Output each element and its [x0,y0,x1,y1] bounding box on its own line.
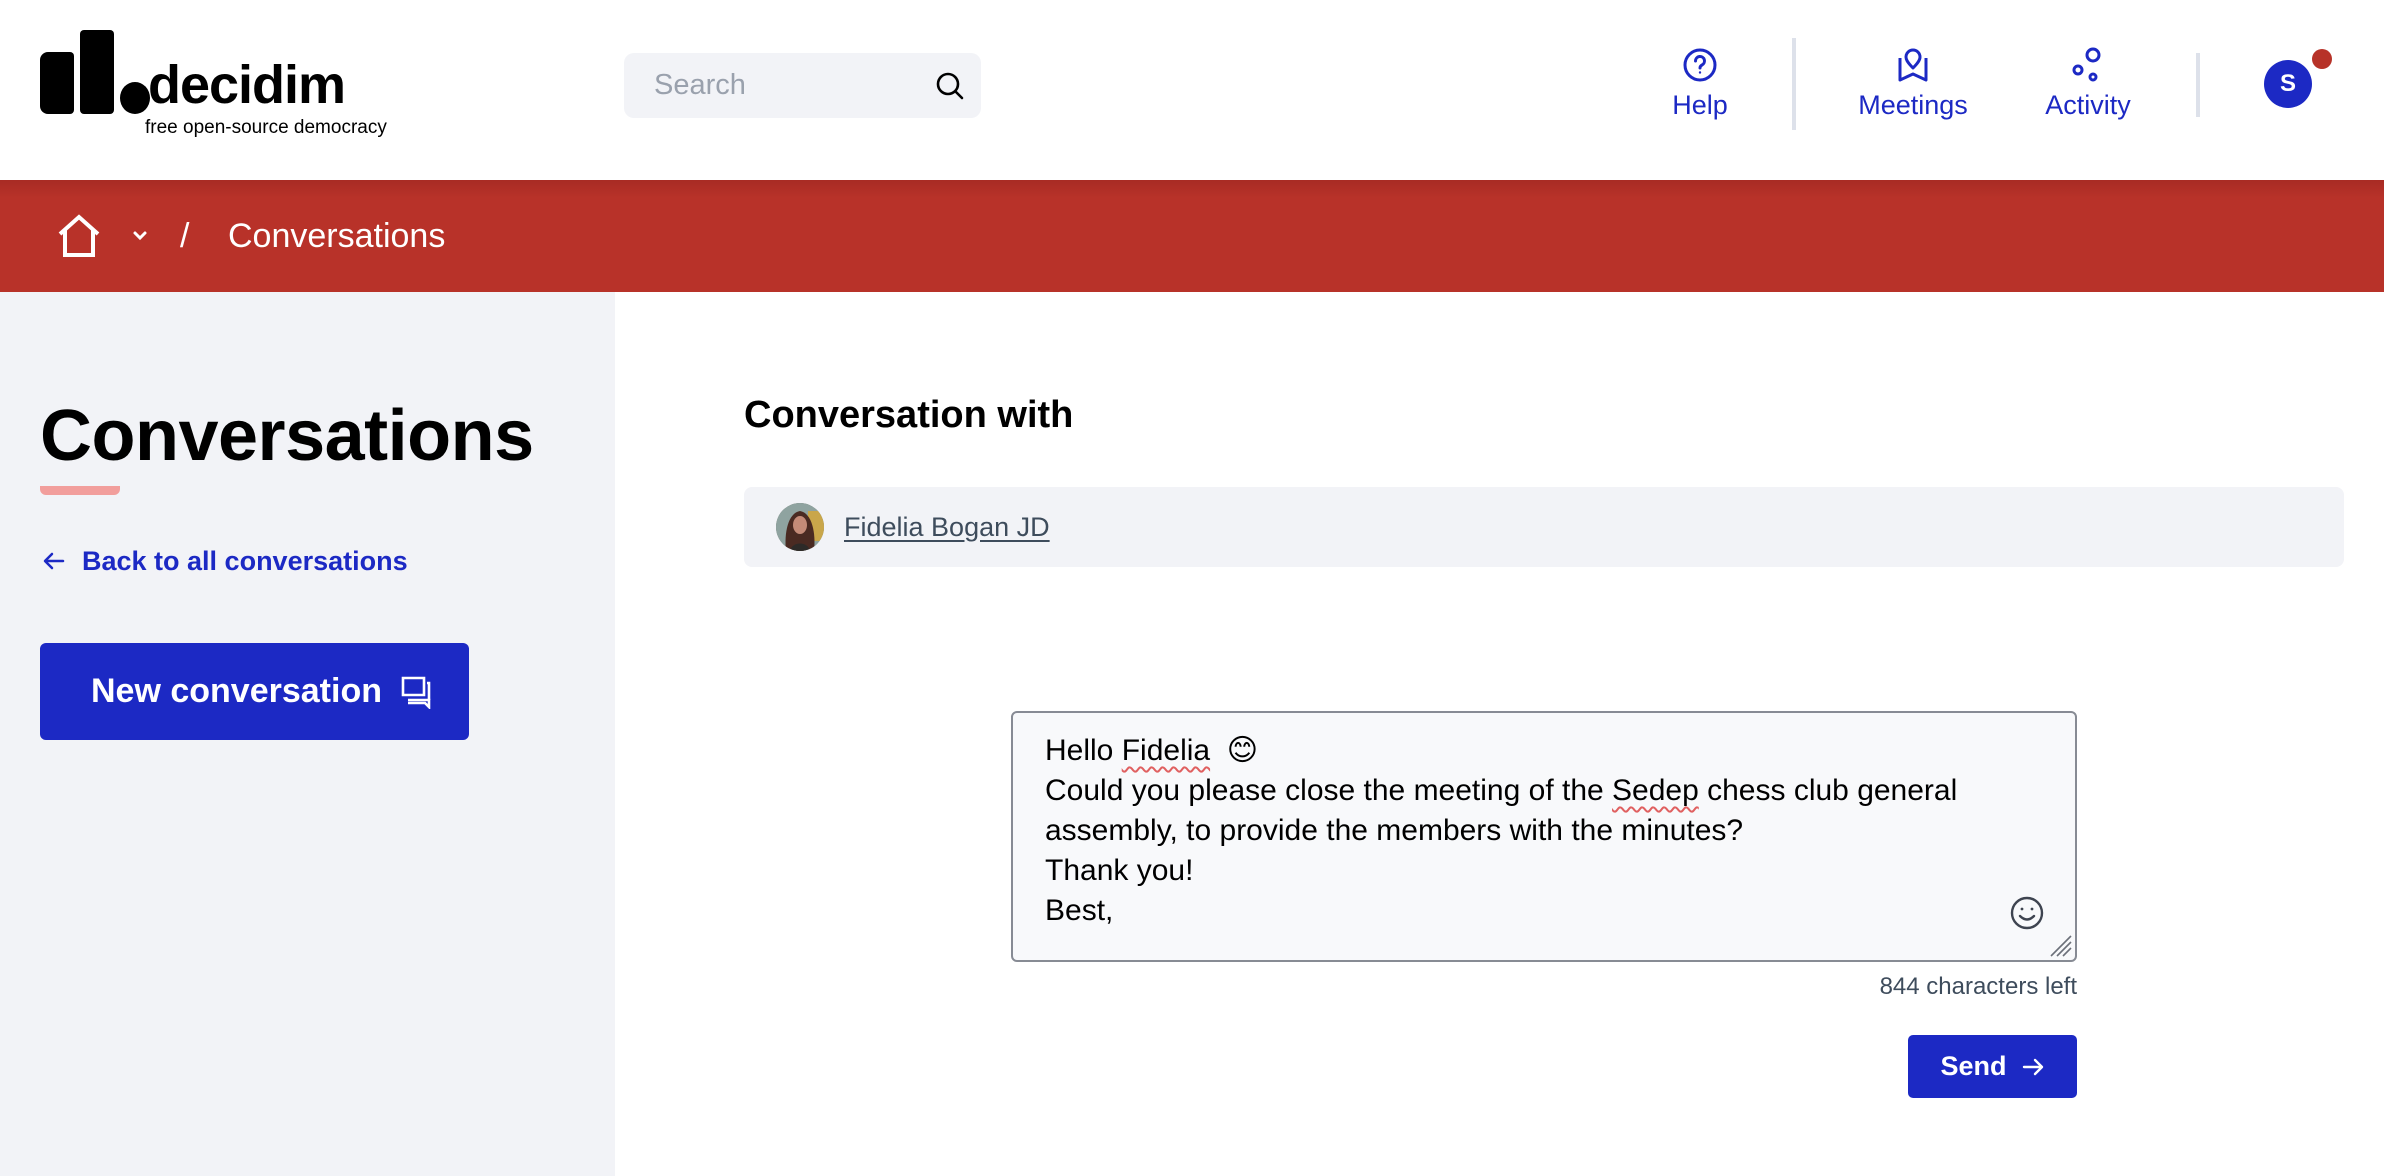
map-pin-icon [1898,48,1928,82]
logo-wordmark: decidim [148,55,346,115]
new-conversation-button[interactable]: New conversation [40,643,469,740]
smile-emoji: 😊 [1226,734,1259,767]
nav-meetings-label: Meetings [1858,90,1968,120]
characters-left-counter: 844 characters left [1879,973,2077,1000]
back-to-conversations-link[interactable]: Back to all conversations [42,543,408,579]
participant-photo [776,503,824,551]
arrow-left-icon [43,552,65,570]
send-button[interactable]: Send [1908,1035,2077,1098]
send-label: Send [1940,1051,2007,1081]
title-underline [40,486,120,495]
activity-bubbles-icon [2072,47,2101,82]
emoji-picker-icon[interactable] [2009,895,2045,931]
participant-name-link[interactable]: Fidelia Bogan JD [844,507,1050,547]
logo-mark-bar [40,52,74,114]
spellcheck-word: Sedep [1612,774,1699,807]
nav-activity[interactable]: Activity [2036,46,2140,126]
search-input[interactable] [654,53,924,118]
nav-help[interactable]: Help [1660,46,1740,126]
header-divider [1792,38,1796,130]
participant-avatar[interactable] [776,503,824,551]
spellcheck-word: Fidelia [1121,734,1211,767]
notification-badge [2312,49,2332,69]
logo-mark-bar [80,30,114,114]
site-header: decidim free open-source democracy Help … [0,0,2384,180]
user-menu-avatar[interactable]: S [2264,60,2312,108]
back-link-label: Back to all conversations [82,545,408,576]
chat-bubbles-icon [401,676,431,709]
logo-mark-dot [120,82,150,114]
logo-tagline: free open-source democracy [145,117,387,138]
chevron-down-icon[interactable] [130,226,150,246]
breadcrumb: / Conversations [0,180,2384,292]
message-text[interactable]: Hello Fidelia 😊 Could you please close t… [1045,731,1985,931]
breadcrumb-current: Conversations [228,217,446,255]
search-icon[interactable] [934,70,966,102]
arrow-right-icon [2022,1058,2043,1075]
nav-help-label: Help [1672,90,1728,120]
message-textarea[interactable]: Hello Fidelia 😊 Could you please close t… [1011,711,2077,962]
home-icon[interactable] [56,214,102,258]
new-conversation-label: New conversation [91,672,382,710]
breadcrumb-separator: / [180,217,190,255]
header-divider [2196,53,2200,117]
search-box [624,53,981,118]
nav-activity-label: Activity [2045,90,2131,120]
nav-meetings[interactable]: Meetings [1853,46,1973,126]
page-title: Conversations [40,396,534,476]
help-circle-icon [1683,48,1717,82]
decidim-logo[interactable]: decidim free open-source democracy [40,30,410,142]
resize-handle-icon[interactable] [2047,932,2073,958]
conversation-heading: Conversation with [744,394,1074,436]
participant-bar: Fidelia Bogan JD [744,487,2344,567]
